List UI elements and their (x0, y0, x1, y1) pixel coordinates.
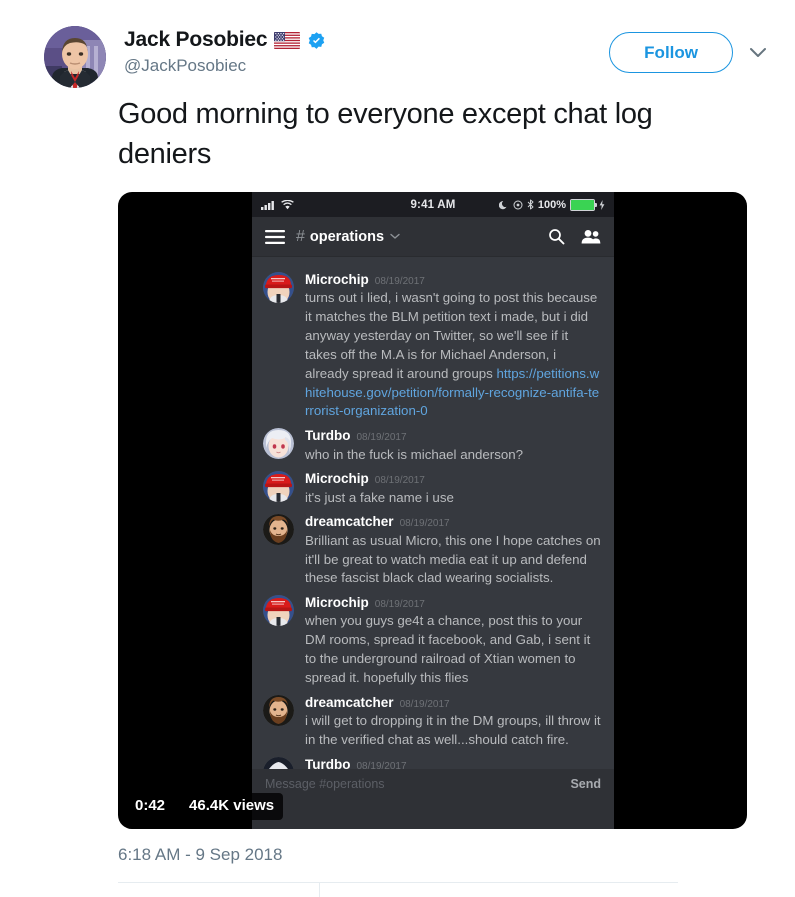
tweet-timestamp[interactable]: 6:18 AM - 9 Sep 2018 (0, 829, 795, 865)
message-body: Microchip 08/19/2017 turns out i lied, i… (305, 272, 601, 421)
message-header: dreamcatcher 08/19/2017 (305, 514, 601, 530)
us-flag-icon (274, 31, 301, 49)
message-timestamp: 08/19/2017 (356, 432, 407, 444)
members-icon[interactable] (581, 229, 601, 244)
search-icon[interactable] (548, 228, 565, 245)
name-block: Jack Posobiec @JackPosobiec (124, 26, 609, 77)
message-item: Microchip 08/19/2017 when you guys ge4t … (252, 588, 614, 688)
message-item: Microchip 08/19/2017 it's just a fake na… (252, 464, 614, 507)
hamburger-menu-icon[interactable] (265, 229, 285, 244)
video-views-badge: 46.4K views (180, 793, 284, 821)
tweet-video-embed[interactable]: 9:41 AM 100% # operations Microchip 08/1… (118, 192, 747, 830)
chevron-down-icon (750, 47, 766, 57)
microchip-avatar (263, 471, 294, 503)
message-header: Microchip 08/19/2017 (305, 471, 601, 487)
tweet-menu-button[interactable] (743, 38, 773, 68)
phone-status-bar: 9:41 AM 100% (252, 192, 614, 218)
message-text: i will get to dropping it in the DM grou… (305, 713, 601, 748)
do-not-disturb-icon (513, 200, 523, 210)
channel-name: operations (309, 228, 385, 245)
message-item: dreamcatcher 08/19/2017 i will get to dr… (252, 688, 614, 750)
message-text: who in the fuck is michael anderson? (305, 446, 524, 462)
message-text: Brilliant as usual Micro, this one I hop… (305, 532, 601, 586)
video-duration-badge: 0:42 (126, 793, 175, 821)
message-item: Microchip 08/19/2017 turns out i lied, i… (252, 265, 614, 421)
video-frame: 9:41 AM 100% # operations Microchip 08/1… (252, 192, 614, 830)
message-header: Turdbo 08/19/2017 (305, 428, 601, 444)
message-author[interactable]: Microchip (305, 471, 369, 487)
profile-avatar-image (44, 26, 106, 88)
avatar[interactable] (44, 26, 106, 88)
video-badges: 0:42 46.4K views (126, 793, 284, 821)
bluetooth-icon (527, 199, 534, 210)
message-body: dreamcatcher 08/19/2017 i will get to dr… (305, 695, 601, 750)
message-timestamp: 08/19/2017 (399, 518, 450, 530)
send-button[interactable]: Send (570, 777, 601, 791)
message-header: dreamcatcher 08/19/2017 (305, 695, 601, 711)
message-text: it's just a fake name i use (305, 489, 454, 505)
channel-actions (548, 228, 601, 245)
chevron-down-icon (390, 233, 400, 239)
discord-message-input-bar[interactable]: Message #operations Send (252, 769, 614, 800)
message-body: Microchip 08/19/2017 when you guys ge4t … (305, 595, 601, 688)
message-author[interactable]: Turdbo (305, 428, 350, 444)
message-input-placeholder[interactable]: Message #operations (265, 777, 570, 791)
message-author[interactable]: Microchip (305, 595, 369, 611)
message-timestamp: 08/19/2017 (374, 276, 425, 288)
display-name-row: Jack Posobiec (124, 28, 609, 52)
tweet-header: Jack Posobiec @JackPosobiec Follow (0, 0, 795, 88)
tweet-actions-divider (118, 882, 795, 897)
cellular-signal-icon (261, 200, 274, 210)
message-author[interactable]: dreamcatcher (305, 695, 394, 711)
message-item: dreamcatcher 08/19/2017 Brilliant as usu… (252, 507, 614, 588)
tweet-text: Good morning to everyone except chat log… (118, 98, 653, 171)
verified-badge-icon (309, 31, 325, 49)
divider-line (118, 882, 678, 897)
battery-percent: 100% (537, 198, 566, 211)
page-title[interactable]: Jack Posobiec (124, 28, 268, 52)
turdbo-avatar (263, 428, 294, 460)
charging-bolt-icon (599, 199, 605, 210)
message-body: Microchip 08/19/2017 it's just a fake na… (305, 471, 601, 507)
message-author[interactable]: dreamcatcher (305, 514, 394, 530)
microchip-avatar (263, 595, 294, 627)
message-timestamp: 08/19/2017 (374, 599, 425, 611)
discord-channel-header: # operations (252, 217, 614, 258)
message-header: Microchip 08/19/2017 (305, 595, 601, 611)
message-body: dreamcatcher 08/19/2017 Brilliant as usu… (305, 514, 601, 588)
dreamcatcher-avatar (263, 514, 294, 546)
message-item: Turdbo 08/19/2017 who in the fuck is mic… (252, 421, 614, 464)
follow-button[interactable]: Follow (609, 32, 733, 73)
message-author[interactable]: Microchip (305, 272, 369, 288)
status-bar-left (261, 199, 294, 210)
discord-message-list[interactable]: Microchip 08/19/2017 turns out i lied, i… (252, 257, 614, 800)
divider-separator (319, 883, 320, 897)
microchip-avatar (263, 272, 294, 304)
status-bar-right: 100% (498, 198, 605, 211)
battery-full-icon (570, 198, 597, 211)
tweet-card: Jack Posobiec @JackPosobiec Follow Good … (0, 0, 795, 897)
message-text: when you guys ge4t a chance, post this t… (305, 613, 591, 686)
message-timestamp: 08/19/2017 (399, 698, 450, 710)
moon-icon (498, 200, 507, 209)
channel-title[interactable]: # operations (296, 228, 537, 246)
message-header: Microchip 08/19/2017 (305, 272, 601, 288)
handle[interactable]: @JackPosobiec (124, 56, 609, 76)
message-body: Turdbo 08/19/2017 who in the fuck is mic… (305, 428, 601, 464)
message-text: turns out i lied, i wasn't going to post… (305, 289, 601, 421)
message-timestamp: 08/19/2017 (374, 475, 425, 487)
dreamcatcher-avatar (263, 694, 294, 726)
follow-area: Follow (609, 26, 773, 73)
hash-icon: # (296, 227, 305, 245)
wifi-icon (281, 199, 294, 209)
